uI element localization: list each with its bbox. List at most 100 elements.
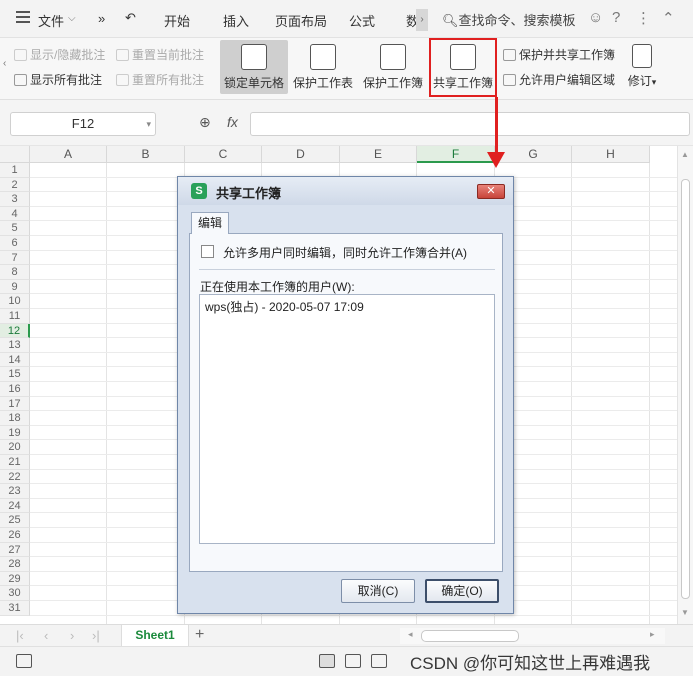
- tab-page-layout[interactable]: 页面布局: [275, 11, 327, 30]
- row-header-9[interactable]: 9: [0, 279, 30, 295]
- scroll-right-icon[interactable]: ▸: [650, 629, 655, 640]
- column-header-a[interactable]: A: [30, 146, 107, 163]
- row-header-25[interactable]: 25: [0, 513, 30, 528]
- ribbon-scroll-left-icon[interactable]: ‹: [3, 58, 6, 69]
- row-header-8[interactable]: 8: [0, 265, 30, 280]
- users-list[interactable]: wps(独占) - 2020-05-07 17:09: [199, 294, 495, 544]
- collapse-icon[interactable]: ⌃: [662, 9, 675, 27]
- toggle-comments-button[interactable]: 显示/隐藏批注: [14, 46, 105, 63]
- row-header-27[interactable]: 27: [0, 542, 30, 558]
- last-sheet-icon[interactable]: ›|: [92, 628, 100, 643]
- page-break-view-icon[interactable]: [371, 654, 387, 668]
- reset-current-comment-button[interactable]: 重置当前批注: [116, 46, 204, 63]
- list-item[interactable]: wps(独占) - 2020-05-07 17:09: [205, 298, 364, 315]
- macro-icon[interactable]: [16, 654, 32, 668]
- row-header-6[interactable]: 6: [0, 236, 30, 251]
- chevron-down-icon[interactable]: ▾: [146, 113, 151, 135]
- row-header-14[interactable]: 14: [0, 352, 30, 368]
- column-header-g[interactable]: G: [495, 146, 572, 163]
- show-all-comments-button[interactable]: 显示所有批注: [14, 71, 102, 88]
- protect-workbook-button[interactable]: 保护工作簿: [361, 40, 425, 91]
- name-box[interactable]: F12 ▾: [10, 112, 156, 136]
- row-header-22[interactable]: 22: [0, 469, 30, 485]
- chevron-down-icon[interactable]: ⌵: [68, 13, 76, 24]
- tab-formula[interactable]: 公式: [349, 11, 375, 30]
- share-workbook-dialog: S 共享工作簿 ✕ 编辑 允许多用户同时编辑，同时允许工作簿合并(A) 正在使用…: [177, 176, 514, 614]
- page-layout-view-icon[interactable]: [345, 654, 361, 668]
- search-command[interactable]: 🔍︎查找命令、搜索模板: [442, 10, 576, 29]
- menu-file[interactable]: 文件: [38, 11, 64, 30]
- protect-sheet-button[interactable]: 保护工作表: [291, 40, 355, 91]
- row-header-11[interactable]: 11: [0, 309, 30, 324]
- hamburger-menu-icon[interactable]: [16, 11, 30, 23]
- menu-scroll-right-icon[interactable]: ›: [416, 9, 428, 31]
- select-all-corner[interactable]: [0, 146, 30, 163]
- column-header-d[interactable]: D: [262, 146, 340, 163]
- smiley-icon[interactable]: ☺: [588, 9, 603, 26]
- horizontal-scroll-thumb[interactable]: [421, 630, 519, 642]
- allow-edit-ranges-button[interactable]: 允许用户编辑区域: [503, 71, 615, 88]
- row-header-30[interactable]: 30: [0, 586, 30, 601]
- allow-multi-user-label[interactable]: 允许多用户同时编辑，同时允许工作簿合并(A): [223, 244, 467, 261]
- row-header-18[interactable]: 18: [0, 411, 30, 426]
- row-header-23[interactable]: 23: [0, 484, 30, 499]
- row-header-16[interactable]: 16: [0, 382, 30, 397]
- row-header-13[interactable]: 13: [0, 338, 30, 353]
- row-header-17[interactable]: 17: [0, 396, 30, 412]
- row-header-12[interactable]: 12: [0, 323, 30, 339]
- row-header-28[interactable]: 28: [0, 557, 30, 572]
- ok-button[interactable]: 确定(O): [425, 579, 499, 603]
- tab-home[interactable]: 开始: [164, 11, 190, 30]
- row-header-3[interactable]: 3: [0, 192, 30, 207]
- column-header-h[interactable]: H: [572, 146, 650, 163]
- more-icon[interactable]: ⋮: [636, 9, 651, 27]
- zoom-search-icon[interactable]: ⊕: [199, 114, 211, 131]
- undo-icon[interactable]: ↶: [125, 10, 136, 26]
- add-sheet-icon[interactable]: +: [195, 626, 204, 644]
- first-sheet-icon[interactable]: |‹: [16, 628, 24, 643]
- fx-icon[interactable]: fx: [227, 114, 238, 130]
- allow-multi-user-checkbox[interactable]: [201, 245, 214, 258]
- scroll-thumb[interactable]: [681, 179, 690, 599]
- row-header-5[interactable]: 5: [0, 221, 30, 236]
- row-header-1[interactable]: 1: [0, 163, 30, 178]
- reset-all-comments-button[interactable]: 重置所有批注: [116, 71, 204, 88]
- scroll-up-icon[interactable]: ▲: [681, 150, 689, 159]
- row-header-21[interactable]: 21: [0, 455, 30, 470]
- revise-button[interactable]: 修订▾: [624, 40, 660, 89]
- row-header-15[interactable]: 15: [0, 367, 30, 382]
- row-header-20[interactable]: 20: [0, 440, 30, 455]
- scroll-left-icon[interactable]: ◂: [408, 629, 413, 640]
- normal-view-icon[interactable]: [319, 654, 335, 668]
- help-icon[interactable]: ?: [612, 9, 620, 26]
- protect-and-share-button[interactable]: 保护并共享工作簿: [503, 46, 615, 63]
- edit-range-icon: [503, 74, 516, 86]
- sheet-tab-sheet1[interactable]: Sheet1: [121, 625, 189, 646]
- prev-sheet-icon[interactable]: ‹: [44, 628, 48, 643]
- cancel-button[interactable]: 取消(C): [341, 579, 415, 603]
- row-header-2[interactable]: 2: [0, 177, 30, 193]
- lock-cell-button[interactable]: 锁定单元格: [220, 40, 288, 94]
- grid-line: [30, 614, 677, 616]
- formula-input[interactable]: [250, 112, 690, 136]
- menu-more-left[interactable]: »: [98, 11, 105, 26]
- row-header-10[interactable]: 10: [0, 294, 30, 309]
- row-header-29[interactable]: 29: [0, 571, 30, 587]
- column-header-b[interactable]: B: [107, 146, 185, 163]
- row-header-24[interactable]: 24: [0, 498, 30, 514]
- tab-insert[interactable]: 插入: [223, 11, 249, 30]
- row-header-31[interactable]: 31: [0, 601, 30, 616]
- column-header-c[interactable]: C: [185, 146, 262, 163]
- column-header-e[interactable]: E: [340, 146, 417, 163]
- row-header-7[interactable]: 7: [0, 250, 30, 266]
- tab-edit[interactable]: 编辑: [191, 212, 229, 234]
- dialog-title-bar[interactable]: S 共享工作簿 ✕: [178, 177, 513, 205]
- row-header-19[interactable]: 19: [0, 425, 30, 441]
- close-icon[interactable]: ✕: [477, 184, 505, 199]
- row-header-26[interactable]: 26: [0, 528, 30, 543]
- row-header-4[interactable]: 4: [0, 206, 30, 222]
- scroll-down-icon[interactable]: ▼: [681, 608, 689, 617]
- column-header-f[interactable]: F: [417, 146, 495, 163]
- next-sheet-icon[interactable]: ›: [70, 628, 74, 643]
- vertical-scrollbar[interactable]: ▲ ▼: [677, 146, 693, 624]
